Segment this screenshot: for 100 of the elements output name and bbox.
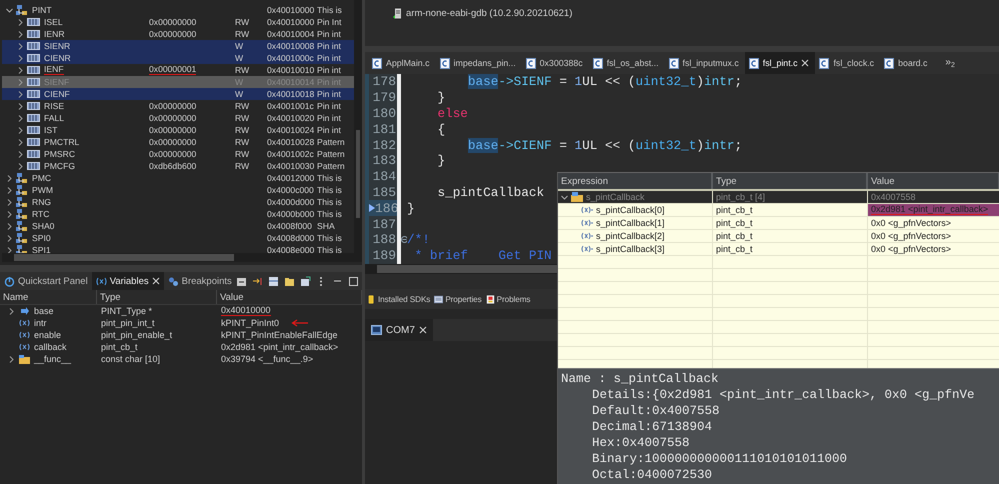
- tree-row[interactable]: SPI1 0x4008e000 This is: [2, 244, 354, 253]
- tree-row[interactable]: IENR 0x00000000 RW 0x40010004 Pin int: [2, 28, 354, 40]
- chevron-icon[interactable]: [17, 126, 24, 134]
- chevron-icon[interactable]: [6, 222, 13, 230]
- tree-row[interactable]: PMCFG 0xdb6db600 RW 0x40010030 Pattern: [2, 160, 354, 172]
- chevron-icon[interactable]: [17, 42, 24, 50]
- tree-row[interactable]: RISE 0x00000000 RW 0x4001001c Pin int: [2, 100, 354, 112]
- chevron-icon[interactable]: [17, 54, 24, 62]
- layout-icon[interactable]: [268, 276, 279, 286]
- console-tab[interactable]: COM7: [365, 319, 433, 341]
- tree-row[interactable]: ISEL 0x00000000 RW 0x40010000 Pin Int: [2, 16, 354, 28]
- code-line: base->SIENF = 1UL << (uint32_t)intr;: [466, 74, 742, 90]
- register-address: 0x4000c000: [267, 185, 314, 195]
- chevron-icon[interactable]: [8, 308, 15, 314]
- panel-tab[interactable]: Breakpoints: [164, 272, 236, 290]
- expression-value: 0x0 <g_pfnVectors>: [871, 231, 952, 241]
- chevron-icon[interactable]: [6, 234, 13, 242]
- expression-row[interactable]: s_pintCallback[2] pint_cb_t 0x0 <g_pfnVectors>: [558, 230, 999, 243]
- expression-row[interactable]: s_pintCallback[3] pint_cb_t 0x0 <g_pfnVectors>: [558, 243, 999, 256]
- chevron-icon[interactable]: [6, 246, 13, 253]
- peripheral-icon: [16, 208, 28, 220]
- column-header[interactable]: Expression: [561, 176, 608, 186]
- tree-row[interactable]: CIENF W 0x40010018 Pin int: [2, 88, 354, 100]
- register-name: IENF: [44, 65, 64, 75]
- tree-row[interactable]: SHA0 0x4008f000 SHA: [2, 220, 354, 232]
- peripheral-icon: [16, 196, 28, 208]
- detail-line: Hex:0x4007558: [591, 435, 691, 451]
- chevron-icon[interactable]: [561, 194, 568, 200]
- editor-tab[interactable]: fsl_pint.c: [744, 52, 816, 74]
- export-icon[interactable]: [300, 276, 311, 286]
- tree-row[interactable]: PWM 0x4000c000 This is: [2, 184, 354, 196]
- line-number: 182: [372, 138, 396, 153]
- column-header[interactable]: Name: [3, 292, 28, 302]
- editor-tab[interactable]: fsl_clock.c: [815, 52, 880, 74]
- tree-row[interactable]: IST 0x00000000 RW 0x40010024 Pin int: [2, 124, 354, 136]
- tree-row[interactable]: RTC 0x4000b000 This is: [2, 208, 354, 220]
- tree-row[interactable]: IENF 0x00000001 RW 0x40010010 Pin int: [2, 64, 354, 76]
- tree-row[interactable]: PINT 0x40010000 This is: [2, 4, 354, 16]
- chevron-icon[interactable]: [17, 18, 24, 26]
- tree-row[interactable]: CIENR W 0x4001000c Pin int: [2, 52, 354, 64]
- chevron-icon[interactable]: [6, 174, 13, 182]
- column-header[interactable]: Type: [716, 176, 737, 186]
- close-icon[interactable]: [152, 277, 160, 285]
- expression-row[interactable]: s_pintCallback pint_cb_t [4] 0x4007558: [558, 191, 999, 204]
- maximize-icon[interactable]: [348, 276, 359, 286]
- column-header[interactable]: Value: [871, 176, 895, 186]
- column-header[interactable]: Type: [100, 292, 121, 302]
- tree-row[interactable]: SIENR W 0x40010008 Pin int: [2, 40, 354, 52]
- register-address: 0x4008e000: [267, 245, 314, 253]
- link-icon[interactable]: [252, 276, 263, 286]
- tree-row[interactable]: FALL 0x00000000 RW 0x40010020 Pin int: [2, 112, 354, 124]
- editor-tab[interactable]: board.c: [880, 52, 934, 74]
- peripheral-icon: [16, 184, 28, 196]
- expression-row[interactable]: s_pintCallback[1] pint_cb_t 0x0 <g_pfnVectors>: [558, 217, 999, 230]
- register-icon: [27, 161, 40, 171]
- file-icon: [526, 58, 536, 68]
- chevron-icon[interactable]: [6, 186, 13, 194]
- folder-icon[interactable]: [284, 276, 295, 286]
- debugger-label[interactable]: arm-none-eabi-gdb (10.2.90.20210621): [406, 8, 572, 19]
- server-icon: [393, 8, 402, 19]
- chevron-icon[interactable]: [17, 150, 24, 158]
- close-icon[interactable]: [418, 326, 427, 334]
- column-header[interactable]: Value: [220, 292, 244, 302]
- chevron-icon[interactable]: [17, 138, 24, 146]
- editor-tab[interactable]: impedans_pin...: [436, 52, 522, 74]
- register-icon: [27, 65, 40, 75]
- collapse-icon[interactable]: [236, 276, 247, 286]
- chevron-icon[interactable]: [17, 90, 24, 98]
- panel-tab[interactable]: Problems: [484, 289, 532, 309]
- scrollbar[interactable]: [2, 253, 362, 262]
- chevron-icon[interactable]: [17, 30, 24, 38]
- panel-tab[interactable]: Quickstart Panel: [0, 272, 92, 290]
- fold-icon[interactable]: [401, 236, 407, 244]
- tree-row[interactable]: PMSRC 0x00000000 RW 0x4001002c Pattern: [2, 148, 354, 160]
- chevron-icon[interactable]: [8, 356, 15, 362]
- chevron-icon[interactable]: [6, 198, 13, 206]
- scrollbar[interactable]: [354, 0, 362, 253]
- chevron-icon[interactable]: [17, 102, 24, 110]
- editor-tab[interactable]: fsl_os_abst...: [588, 52, 665, 74]
- register-access: RW: [235, 149, 250, 159]
- tree-row[interactable]: PMC 0x40012000 This is: [2, 172, 354, 184]
- chevron-icon[interactable]: [17, 66, 24, 74]
- expression-row[interactable]: s_pintCallback[0] pint_cb_t 0x2d981 <pint_intr_callback>: [558, 204, 999, 217]
- editor-tab[interactable]: ApplMain.c: [368, 52, 436, 74]
- panel-tab[interactable]: Variables: [92, 272, 164, 290]
- chevron-icon[interactable]: [17, 114, 24, 122]
- chevron-icon[interactable]: [6, 6, 13, 14]
- editor-tab[interactable]: fsl_inputmux.c: [664, 52, 745, 74]
- peripheral-icon: [16, 232, 28, 244]
- chevron-icon[interactable]: [17, 162, 24, 170]
- overflow-tabs-button[interactable]: »$_{2}$: [933, 52, 955, 74]
- tree-row[interactable]: RNG 0x4000d000 This is: [2, 196, 354, 208]
- expression-type: pint_cb_t: [716, 231, 753, 241]
- editor-tab[interactable]: 0x300388c: [522, 52, 589, 74]
- chevron-icon[interactable]: [6, 210, 13, 218]
- tree-row[interactable]: SPI0 0x4008d000 This is: [2, 232, 354, 244]
- panel-tab[interactable]: Properties: [432, 289, 484, 309]
- tree-row[interactable]: PMCTRL 0x00000000 RW 0x40010028 Pattern: [2, 136, 354, 148]
- close-icon[interactable]: [801, 59, 810, 67]
- panel-tab[interactable]: Installed SDKs: [365, 289, 432, 309]
